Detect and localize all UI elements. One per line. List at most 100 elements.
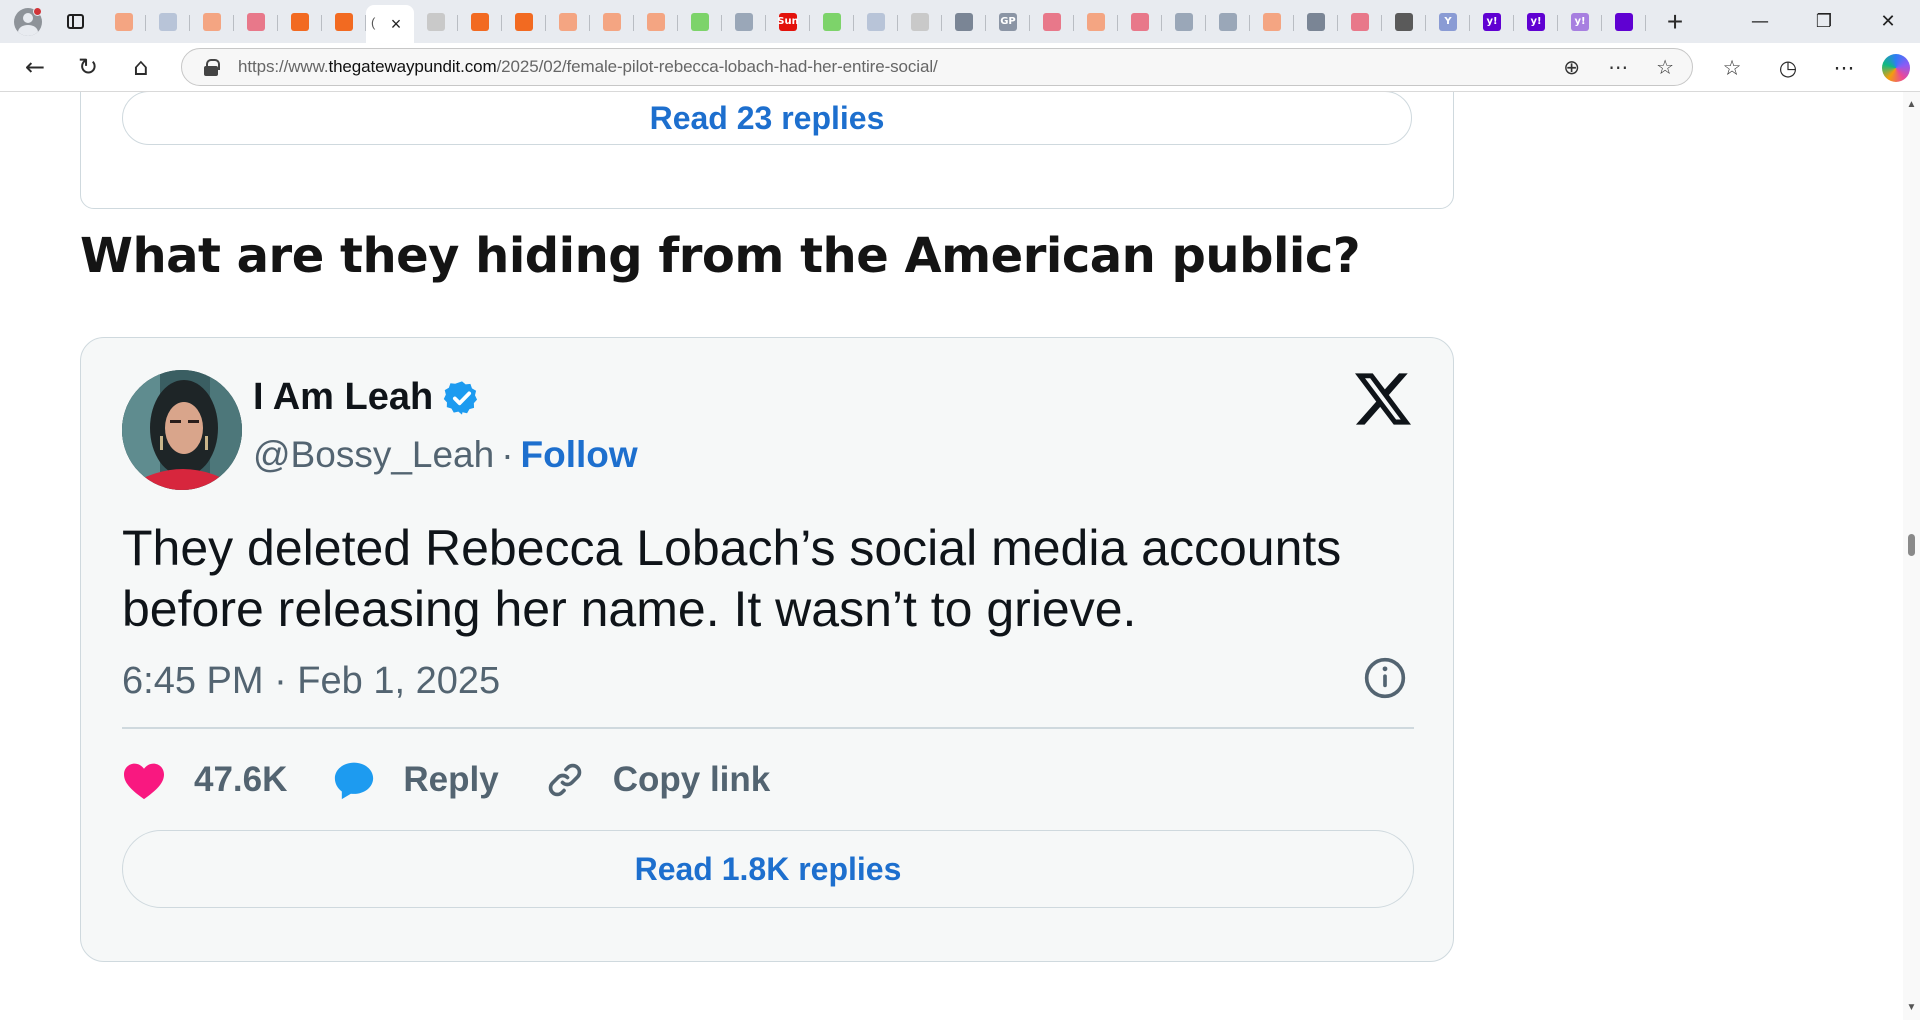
- reply-action[interactable]: Reply: [333, 760, 499, 800]
- browser-tab[interactable]: [1338, 6, 1382, 38]
- heart-icon: [124, 763, 164, 800]
- copilot-icon[interactable]: [1882, 53, 1910, 82]
- follow-button[interactable]: Follow: [521, 434, 638, 476]
- author-line: I Am Leah: [253, 376, 481, 419]
- browser-tab[interactable]: Sun: [766, 6, 810, 38]
- close-window-button[interactable]: ✕: [1856, 0, 1920, 43]
- scroll-down-arrow-icon[interactable]: ▼: [1906, 1002, 1917, 1013]
- browser-tab[interactable]: [1206, 6, 1250, 38]
- browser-tab[interactable]: [546, 6, 590, 38]
- refresh-button[interactable]: ↻: [70, 49, 106, 85]
- browser-tab[interactable]: [458, 6, 502, 38]
- browser-tab[interactable]: [502, 6, 546, 38]
- browser-tab[interactable]: [854, 6, 898, 38]
- restore-button[interactable]: ❐: [1792, 0, 1856, 43]
- read-replies-button[interactable]: Read 1.8K replies: [122, 830, 1414, 908]
- info-icon[interactable]: [1363, 656, 1407, 700]
- previous-read-replies-button[interactable]: Read 23 replies: [122, 92, 1412, 145]
- browser-tab[interactable]: [1118, 6, 1162, 38]
- browser-tab[interactable]: [234, 6, 278, 38]
- window-controls: — ❐ ✕: [1728, 0, 1920, 43]
- browser-tab[interactable]: [102, 6, 146, 38]
- browser-tab[interactable]: [942, 6, 986, 38]
- zoom-icon[interactable]: ⊕: [1563, 55, 1580, 79]
- like-count: 47.6K: [194, 760, 288, 799]
- favorites-icon[interactable]: ☆: [1714, 56, 1750, 80]
- document-icon: [427, 12, 445, 31]
- browser-tab[interactable]: [278, 6, 322, 38]
- yahoo-icon: y!: [1483, 12, 1501, 31]
- browser-tab[interactable]: [810, 6, 854, 38]
- author-handle[interactable]: @Bossy_Leah: [253, 434, 494, 476]
- like-action[interactable]: 47.6K: [122, 760, 287, 800]
- tab-strip: (× Sun GP Yy! y! y! +: [102, 0, 1692, 43]
- url-host: thegatewaypundit.com: [328, 57, 497, 76]
- search-icon: [1219, 12, 1237, 31]
- bookmark-icon: [335, 12, 353, 31]
- more-menu-icon[interactable]: ⋯: [1826, 56, 1862, 80]
- news-icon: [955, 12, 973, 31]
- tweet-embed: I Am Leah @Bossy_Leah · Follow They dele…: [80, 337, 1454, 962]
- browser-tab[interactable]: [322, 6, 366, 38]
- scroll-up-arrow-icon[interactable]: ▲: [1906, 99, 1917, 110]
- copy-link-action[interactable]: Copy link: [545, 760, 770, 800]
- browser-tab[interactable]: [634, 6, 678, 38]
- tab-actions-icon: [66, 14, 84, 29]
- browser-tab[interactable]: [1250, 6, 1294, 38]
- youtube-icon: [247, 12, 265, 31]
- browser-tab[interactable]: GP: [986, 6, 1030, 38]
- tab-actions-button[interactable]: [60, 7, 90, 37]
- minimize-button[interactable]: —: [1728, 0, 1792, 43]
- browser-tab[interactable]: [1602, 6, 1646, 38]
- bookmark-icon: [203, 12, 221, 31]
- tweet-timestamp[interactable]: 6:45 PM · Feb 1, 2025: [122, 660, 500, 703]
- bookmark-icon: [1087, 12, 1105, 31]
- browser-tab[interactable]: [590, 6, 634, 38]
- gp-icon: GP: [999, 12, 1017, 31]
- browser-tab[interactable]: [1294, 6, 1338, 38]
- browser-tab[interactable]: Y: [1426, 6, 1470, 38]
- author-name[interactable]: I Am Leah: [253, 376, 433, 419]
- new-tab-button[interactable]: +: [1658, 6, 1692, 37]
- tab-bar: (× Sun GP Yy! y! y! + — ❐ ✕: [0, 0, 1920, 43]
- browser-tab[interactable]: [722, 6, 766, 38]
- browser-tab[interactable]: y!: [1514, 6, 1558, 38]
- bookmark-icon: [1263, 12, 1281, 31]
- world-icon: [159, 12, 177, 31]
- url-path: /2025/02/female-pilot-rebecca-lobach-had…: [496, 57, 938, 76]
- browser-tab[interactable]: [1162, 6, 1206, 38]
- browser-tab[interactable]: y!: [1558, 6, 1602, 38]
- browser-tab[interactable]: [1074, 6, 1118, 38]
- reply-label: Reply: [403, 760, 499, 799]
- tab-close-icon[interactable]: ×: [391, 14, 402, 35]
- url-text[interactable]: https://www.thegatewaypundit.com/2025/02…: [238, 57, 938, 77]
- page-scrollbar[interactable]: ▲ ▼: [1903, 92, 1920, 1020]
- browser-tab[interactable]: [898, 6, 942, 38]
- scroll-thumb[interactable]: [1908, 534, 1915, 556]
- browser-tab[interactable]: [190, 6, 234, 38]
- home-button[interactable]: ⌂: [123, 49, 159, 85]
- browser-tab[interactable]: [1382, 6, 1426, 38]
- bookmark-icon: [647, 12, 665, 31]
- browser-toolbar: ← ↻ ⌂ https://www.thegatewaypundit.com/2…: [0, 43, 1920, 92]
- browser-tools: ☆ ◷ ⋯: [1714, 43, 1910, 92]
- browser-tab[interactable]: y!: [1470, 6, 1514, 38]
- favorite-star-icon[interactable]: ☆: [1656, 55, 1674, 79]
- browser-tab[interactable]: [1030, 6, 1074, 38]
- browser-tab[interactable]: [146, 6, 190, 38]
- author-avatar[interactable]: [122, 370, 242, 490]
- x-logo-icon[interactable]: [1355, 373, 1411, 425]
- address-bar-actions: ⊕ ⋯ ☆: [1563, 49, 1674, 85]
- address-bar[interactable]: https://www.thegatewaypundit.com/2025/02…: [181, 48, 1693, 86]
- search-icon: [735, 12, 753, 31]
- browser-tab[interactable]: [414, 6, 458, 38]
- browser-tab[interactable]: [678, 6, 722, 38]
- bookmark-icon: [559, 12, 577, 31]
- history-icon[interactable]: ◷: [1770, 56, 1806, 80]
- reading-mode-icon[interactable]: ⋯: [1608, 55, 1628, 79]
- back-button[interactable]: ←: [17, 49, 53, 85]
- url-scheme: https://www.: [238, 57, 329, 76]
- active-tab[interactable]: (×: [366, 5, 414, 43]
- lock-icon[interactable]: [204, 59, 220, 76]
- circle-icon: [1395, 12, 1413, 31]
